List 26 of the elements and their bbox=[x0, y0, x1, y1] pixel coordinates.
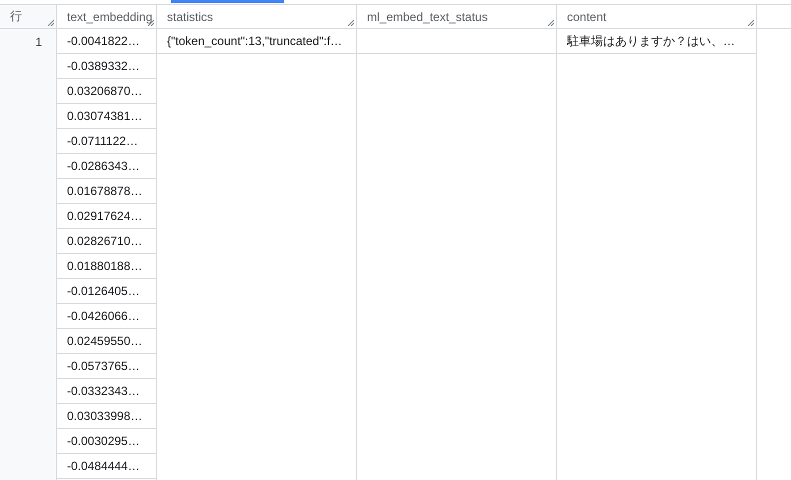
table-cell: -0.0389332… bbox=[57, 54, 156, 79]
resize-handle-icon[interactable] bbox=[347, 19, 354, 26]
resize-handle-icon[interactable] bbox=[747, 19, 754, 26]
table-cell: -0.0030295… bbox=[57, 429, 156, 454]
table-cell: -0.0332343… bbox=[57, 379, 156, 404]
table-cell: -0.0041822… bbox=[57, 29, 156, 54]
resize-handle-icon[interactable] bbox=[547, 19, 554, 26]
row-number: 1 bbox=[34, 34, 43, 50]
table-cell: -0.0126405… bbox=[57, 279, 156, 304]
table-cell: 0.01678878… bbox=[57, 179, 156, 204]
resize-handle-icon[interactable] bbox=[47, 19, 54, 26]
table-cell: -0.0286343… bbox=[57, 154, 156, 179]
table-cell: 0.02459550… bbox=[57, 329, 156, 354]
table-cell: 0.02826710… bbox=[57, 229, 156, 254]
table-cell: 0.03074381… bbox=[57, 104, 156, 129]
table-cell: -0.0711122… bbox=[57, 129, 156, 154]
table-cell: -0.0573765… bbox=[57, 354, 156, 379]
table-cell: 0.03033998… bbox=[57, 404, 156, 429]
table-cell: -0.0426066… bbox=[57, 304, 156, 329]
table-cell: {"token_count":13,"truncated":f… bbox=[157, 29, 356, 54]
table-cell: 駐車場はありますか？はい、… bbox=[557, 29, 756, 54]
table-cell: -0.0484444… bbox=[57, 454, 156, 479]
table-cell: 0.01880188… bbox=[57, 254, 156, 279]
table-cell: 0.02917624… bbox=[57, 204, 156, 229]
table-cell: 0.03206870… bbox=[57, 79, 156, 104]
column-header[interactable]: 行 bbox=[0, 5, 57, 28]
